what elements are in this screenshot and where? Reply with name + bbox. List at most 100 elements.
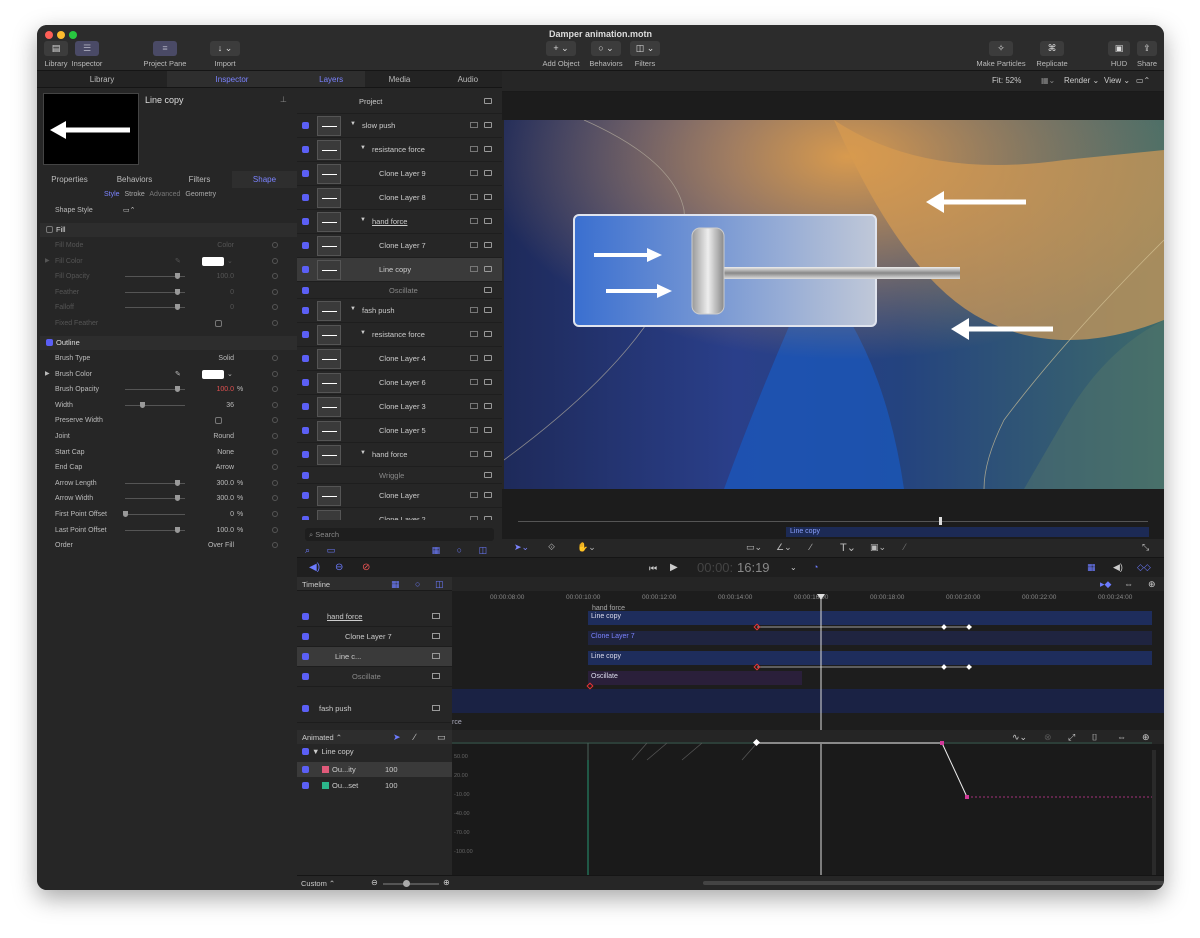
param-value[interactable]: Arrow [216,460,234,475]
link-icon[interactable] [470,403,478,409]
subtab-advanced[interactable]: Advanced [149,191,180,198]
color-swatch[interactable] [202,369,224,379]
keyframe-editor-icon[interactable]: ◇◇ [1137,562,1151,573]
parent-checkbox[interactable] [302,748,309,755]
link-icon[interactable] [470,194,478,200]
inspector-row[interactable]: Brush Color ▶ ✎ ⌄ [37,367,297,382]
tab-audio[interactable]: Audio [434,71,502,87]
layer-row[interactable]: ▼ fash push [297,299,502,323]
param-slider[interactable] [125,401,185,408]
zoom-in-icon[interactable]: ⊕ [443,878,450,887]
lock-icon[interactable] [484,355,492,361]
param-value[interactable]: 100 [385,762,398,777]
lock-icon[interactable] [484,472,492,478]
keyframe-pen-icon[interactable]: ∕ [414,732,416,742]
animation-menu-icon[interactable] [272,464,278,471]
layer-visibility-checkbox[interactable] [302,451,309,458]
play-icon[interactable]: ▶ [670,562,678,573]
zoom-mode-menu[interactable]: Custom ⌃ [301,879,335,888]
link-icon[interactable] [470,266,478,272]
layer-row[interactable]: ▼ hand force [297,210,502,234]
checkbox[interactable] [215,417,222,425]
param-value[interactable]: Solid [218,351,234,366]
layer-visibility-checkbox[interactable] [302,122,309,129]
param-value[interactable]: 36 [226,398,234,413]
animation-menu-icon[interactable] [272,511,278,517]
pan-tool-icon[interactable]: ✋⌄ [577,542,596,553]
tab-library[interactable]: Library [37,71,167,87]
lock-icon[interactable] [484,218,492,224]
layer-row[interactable]: ▼ resistance force [297,138,502,162]
lock-icon[interactable] [484,403,492,409]
paint-tool-icon[interactable]: ∕ [810,542,812,552]
animation-menu-icon[interactable] [272,526,278,533]
color-channels-icon[interactable]: ▦⌄ [1041,76,1055,85]
chevron-down-icon[interactable]: ⌄ [227,367,233,382]
lock-icon[interactable] [484,331,492,337]
param-slider[interactable] [125,273,185,280]
param-slider[interactable] [125,479,185,486]
link-icon[interactable] [470,170,478,176]
layer-visibility-checkbox[interactable] [302,146,309,153]
tab-media[interactable]: Media [365,71,433,87]
param-slider[interactable] [125,526,185,533]
lock-icon[interactable] [484,242,492,248]
disclosure-triangle-icon[interactable]: ▼ [360,450,366,456]
layer-visibility-checkbox[interactable] [302,307,309,314]
layer-row[interactable]: Clone Layer 5 [297,419,502,443]
subtab-geometry[interactable]: Geometry [185,191,216,198]
link-icon[interactable] [470,242,478,248]
bezier-tool-icon[interactable]: ∠⌄ [776,542,792,553]
layer-visibility-checkbox[interactable] [302,427,309,434]
inspector-row[interactable]: End Cap Arrow [37,460,297,475]
layer-row[interactable]: Clone Layer 9 [297,162,502,186]
checkbox[interactable] [215,320,222,327]
layer-row[interactable]: ▼ resistance force [297,323,502,347]
lock-icon[interactable] [484,379,492,385]
inspector-row[interactable]: Brush Type Solid [37,351,297,366]
inspector-row[interactable]: Order Over Fill [37,538,297,553]
animation-menu-icon[interactable] [272,401,278,408]
inspector-row[interactable]: Joint Round [37,429,297,444]
layer-visibility-checkbox[interactable] [302,287,309,294]
inspector-row[interactable]: Start Cap None [37,445,297,460]
layer-visibility-checkbox[interactable] [302,355,309,362]
inspector-row[interactable]: Fixed Feather [37,316,297,331]
param-value[interactable]: 0 [230,285,234,300]
animation-menu-icon[interactable] [272,386,278,393]
animation-menu-icon[interactable] [272,495,278,502]
tab-shape[interactable]: Shape [232,171,297,188]
filters-button[interactable]: ◫ ⌄ Filters [629,41,661,68]
link-icon[interactable] [470,122,478,128]
inspector-row[interactable]: Falloff 0 [37,300,297,315]
hud-toggle-icon[interactable]: ⁄ [904,542,906,552]
animation-menu-icon[interactable] [272,242,278,248]
disclosure-triangle-icon[interactable]: ▼ [360,145,366,151]
audio-icon[interactable]: ◀) [309,562,320,573]
param-slider[interactable] [125,288,185,295]
lock-icon[interactable] [484,122,492,128]
inspector-row[interactable]: Last Point Offset 100.0% [37,523,297,538]
record-icon[interactable]: ⊘ [362,562,370,573]
layer-row[interactable]: Clone Layer 4 [297,347,502,371]
layer-visibility-checkbox[interactable] [302,472,309,479]
lock-icon[interactable] [484,427,492,433]
timeline-visibility-checkbox[interactable] [302,705,309,712]
inspector-row[interactable]: Fill Mode Color [37,238,297,253]
link-icon[interactable] [470,379,478,385]
inspector-button[interactable]: ☰ Inspector [71,41,103,68]
tab-filters[interactable]: Filters [167,171,232,188]
layer-row[interactable]: Oscillate [297,282,502,299]
link-icon[interactable] [470,218,478,224]
link-icon[interactable] [470,427,478,433]
param-value[interactable]: 100.0 [216,523,234,538]
animation-menu-icon[interactable] [272,433,278,439]
render-menu[interactable]: Render ⌄ [1064,76,1099,85]
keyframe-graph[interactable]: ∿⌄ ⊗ ⤢ ⌷ ⇔ ⊕ 50.00 20.00 -10.00 -40.00 -70.0… [452,730,1164,875]
animation-menu-icon[interactable] [272,288,278,295]
link-icon[interactable] [470,331,478,337]
timeline-layer-row[interactable]: fash push [297,695,452,723]
lock-icon[interactable] [484,516,492,520]
animation-menu-icon[interactable] [272,320,278,326]
link-icon[interactable] [470,146,478,152]
